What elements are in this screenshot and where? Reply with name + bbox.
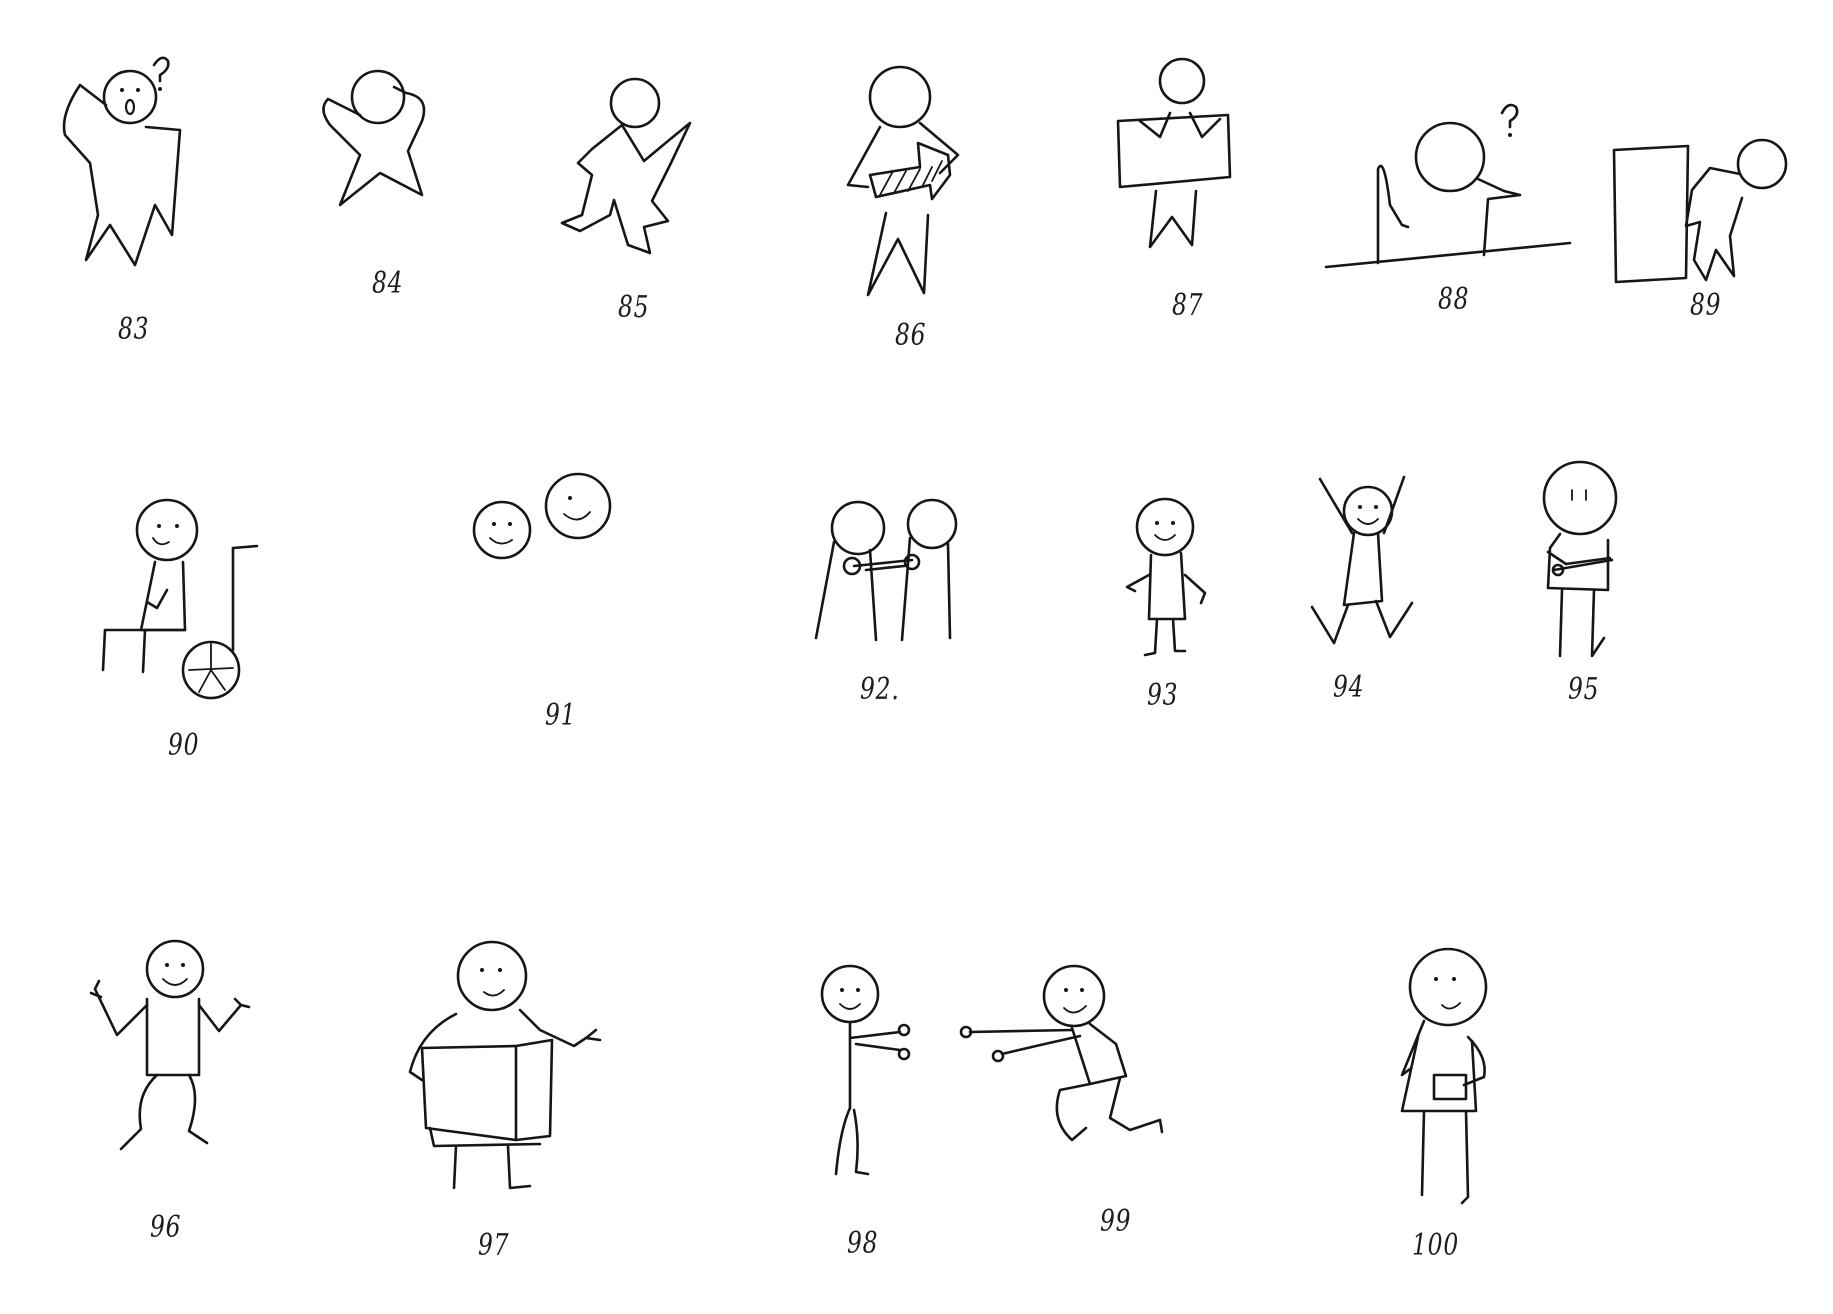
peeking-over-wall-icon [1324,103,1572,269]
figure-label-95: 95 [1568,672,1600,707]
hand-in-pocket-icon [1400,947,1488,1205]
figure-label-84: 84 [372,266,404,301]
reaching-person-icon [820,964,911,1176]
handshake-icon [814,498,958,642]
figure-label-92: 92. [860,672,900,707]
two-people-together-icon [472,472,612,560]
figure-label-88: 88 [1438,282,1470,317]
figure-label-100: 100 [1412,1228,1460,1263]
lunging-person-icon [959,964,1164,1142]
figure-label-91: 91 [545,698,577,733]
arms-crossed-person-icon [1542,460,1618,658]
holding-sign-icon [1116,57,1232,249]
figure-label-87: 87 [1172,288,1204,323]
reading-book-icon [408,940,602,1190]
figure-label-83: 83 [118,312,150,347]
wheelchair-user-icon [101,498,259,700]
figure-label-90: 90 [168,728,200,763]
standing-person-icon [1125,497,1207,657]
figure-label-89: 89 [1690,288,1722,323]
scratching-head-icon [322,69,426,207]
figure-label-93: 93 [1147,678,1179,713]
jumping-person-icon [560,77,692,255]
holding-arrow-icon [846,65,960,297]
stick-figure-sheet: 83 84 85 86 87 88 89 90 91 92. 93 94 95 … [0,0,1833,1314]
person-at-door-icon [1612,138,1788,284]
figure-label-98: 98 [847,1226,879,1261]
figure-label-94: 94 [1333,670,1365,705]
cheering-person-icon [1310,475,1414,645]
figure-label-86: 86 [895,318,927,353]
shrugging-person-icon [89,939,251,1151]
figure-label-99: 99 [1100,1204,1132,1239]
figure-label-85: 85 [618,290,650,325]
confused-person-icon [62,56,182,267]
figure-label-96: 96 [150,1210,182,1245]
figure-label-97: 97 [478,1228,510,1263]
